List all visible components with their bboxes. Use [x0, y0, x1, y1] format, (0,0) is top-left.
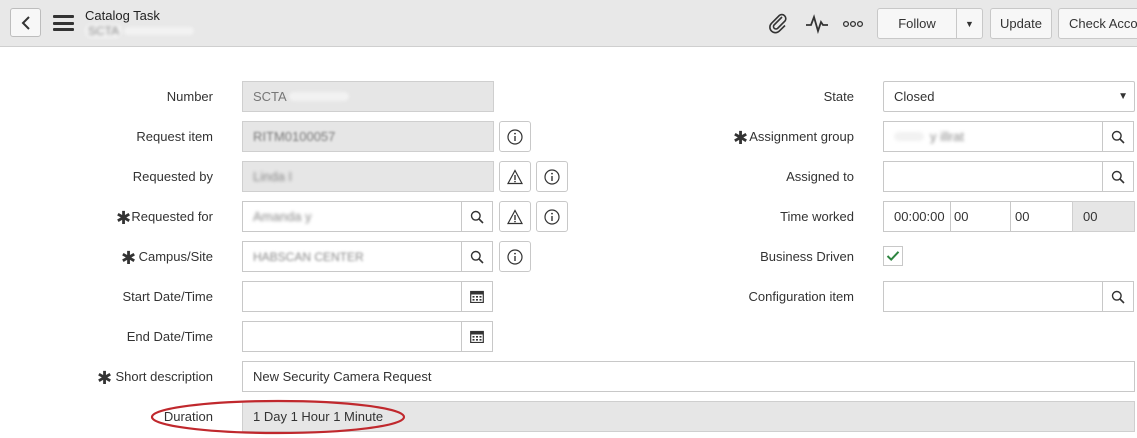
end-date-calendar-button[interactable] [461, 321, 493, 352]
campus-site-label: Campus/Site [138, 249, 213, 264]
checkmark-icon [886, 251, 900, 262]
back-button[interactable] [10, 8, 41, 37]
configuration-item-lookup-button[interactable] [1102, 281, 1134, 312]
business-driven-checkbox[interactable] [883, 246, 903, 266]
required-indicator: ✱ [116, 208, 132, 228]
end-date-label: End Date/Time [126, 329, 213, 344]
start-date-label: Start Date/Time [122, 289, 213, 304]
requested-by-warning-button[interactable] [499, 161, 531, 192]
requested-by-field[interactable]: Linda I [242, 161, 494, 192]
form-header: Catalog Task SCTA Follow ▼ Update Check … [0, 0, 1137, 47]
requested-for-info-button[interactable] [536, 201, 568, 232]
start-date-field[interactable] [242, 281, 462, 312]
assignment-group-field[interactable]: y illrat [883, 121, 1103, 152]
required-indicator: ✱ [733, 128, 749, 148]
assigned-to-label: Assigned to [786, 169, 854, 184]
configuration-item-field[interactable] [883, 281, 1103, 312]
check-account-button[interactable]: Check Accou [1058, 8, 1137, 39]
requested-for-warning-button[interactable] [499, 201, 531, 232]
menu-icon[interactable] [53, 15, 74, 31]
requested-by-info-button[interactable] [536, 161, 568, 192]
assigned-to-lookup-button[interactable] [1102, 161, 1134, 192]
start-date-calendar-button[interactable] [461, 281, 493, 312]
info-icon [544, 208, 560, 225]
assignment-group-label: Assignment group [749, 129, 854, 144]
number-field[interactable]: SCTA [242, 81, 494, 112]
search-icon [1111, 290, 1125, 304]
paperclip-icon[interactable] [767, 12, 789, 34]
short-description-label: Short description [115, 369, 213, 384]
info-icon [544, 168, 560, 185]
search-icon [1111, 170, 1125, 184]
request-item-label: Request item [136, 129, 213, 144]
state-select[interactable]: Closed ▼ [883, 81, 1135, 112]
requested-by-label: Requested by [132, 169, 213, 184]
requested-for-lookup-button[interactable] [461, 201, 493, 232]
calendar-icon [470, 290, 484, 303]
business-driven-label: Business Driven [760, 249, 854, 264]
highlight-circle [150, 399, 406, 435]
assignment-group-lookup-button[interactable] [1102, 121, 1134, 152]
search-icon [1111, 130, 1125, 144]
info-icon [507, 128, 523, 145]
chevron-left-icon [21, 15, 30, 30]
calendar-icon [470, 330, 484, 343]
warning-icon [507, 208, 523, 224]
time-worked-label: Time worked [780, 209, 854, 224]
number-label: Number [166, 89, 213, 104]
required-indicator: ✱ [121, 248, 137, 268]
caret-down-icon: ▼ [965, 18, 974, 29]
required-indicator: ✱ [97, 368, 113, 388]
warning-icon [507, 168, 523, 184]
campus-site-lookup-button[interactable] [461, 241, 493, 272]
caret-down-icon: ▼ [1118, 91, 1128, 102]
follow-dropdown-button[interactable]: ▼ [956, 8, 983, 39]
campus-site-info-button[interactable] [499, 241, 531, 272]
search-icon [470, 210, 484, 224]
end-date-field[interactable] [242, 321, 462, 352]
time-worked-minutes[interactable]: 00 [1010, 201, 1073, 232]
request-item-info-button[interactable] [499, 121, 531, 152]
requested-for-field[interactable]: Amanda y [242, 201, 462, 232]
more-options-icon[interactable] [842, 12, 864, 34]
short-description-field[interactable]: New Security Camera Request [242, 361, 1135, 392]
request-item-field[interactable]: RITM0100057 [242, 121, 494, 152]
campus-site-field[interactable]: HABSCAN CENTER [242, 241, 462, 272]
time-worked-timer[interactable]: 00:00:00 [883, 201, 951, 232]
assigned-to-field[interactable] [883, 161, 1103, 192]
requested-for-label: Requested for [131, 209, 213, 224]
state-label: State [823, 89, 854, 104]
time-worked-seconds: 00 [1072, 201, 1135, 232]
form-title: Catalog Task [85, 8, 160, 23]
form-subtitle: SCTA [85, 24, 195, 38]
follow-button[interactable]: Follow [877, 8, 957, 39]
search-icon [470, 250, 484, 264]
configuration-item-label: Configuration item [748, 289, 855, 304]
activity-icon[interactable] [805, 12, 829, 34]
info-icon [507, 248, 523, 265]
time-worked-hours[interactable]: 00 [950, 201, 1011, 232]
update-button[interactable]: Update [990, 8, 1052, 39]
